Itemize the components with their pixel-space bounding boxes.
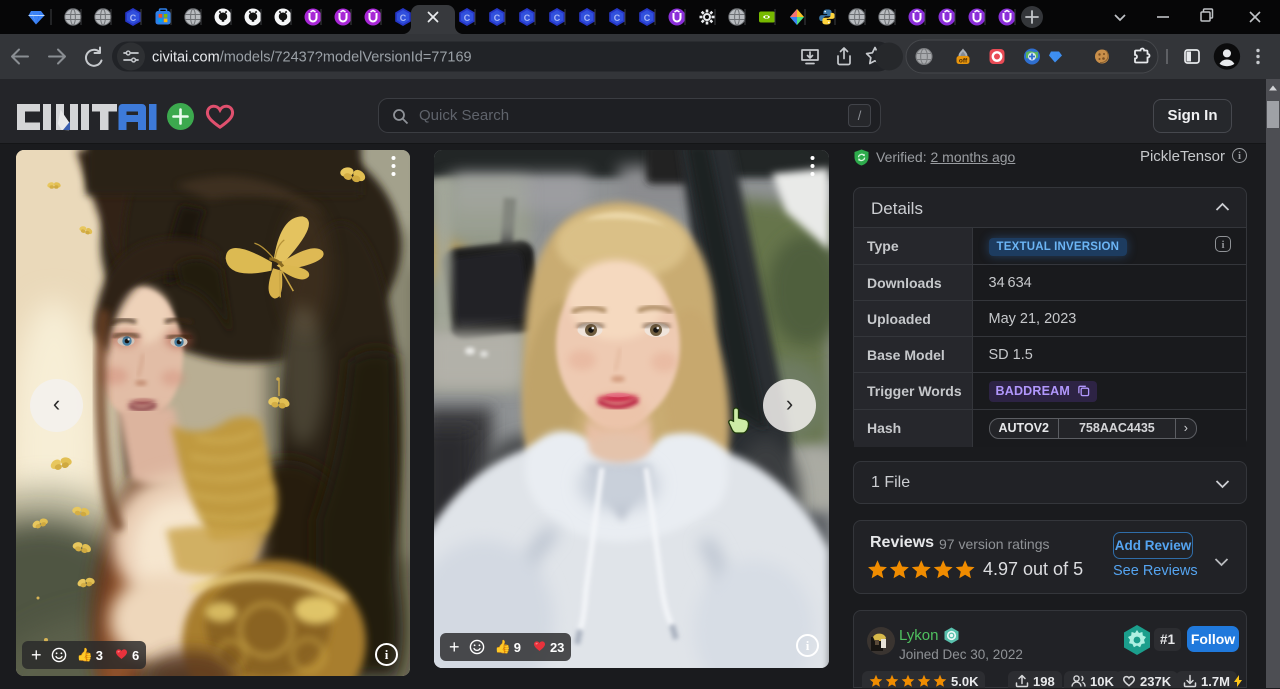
svg-text:civitai.com/models/72437?model: civitai.com/models/72437?modelVersionId=… (152, 50, 472, 66)
